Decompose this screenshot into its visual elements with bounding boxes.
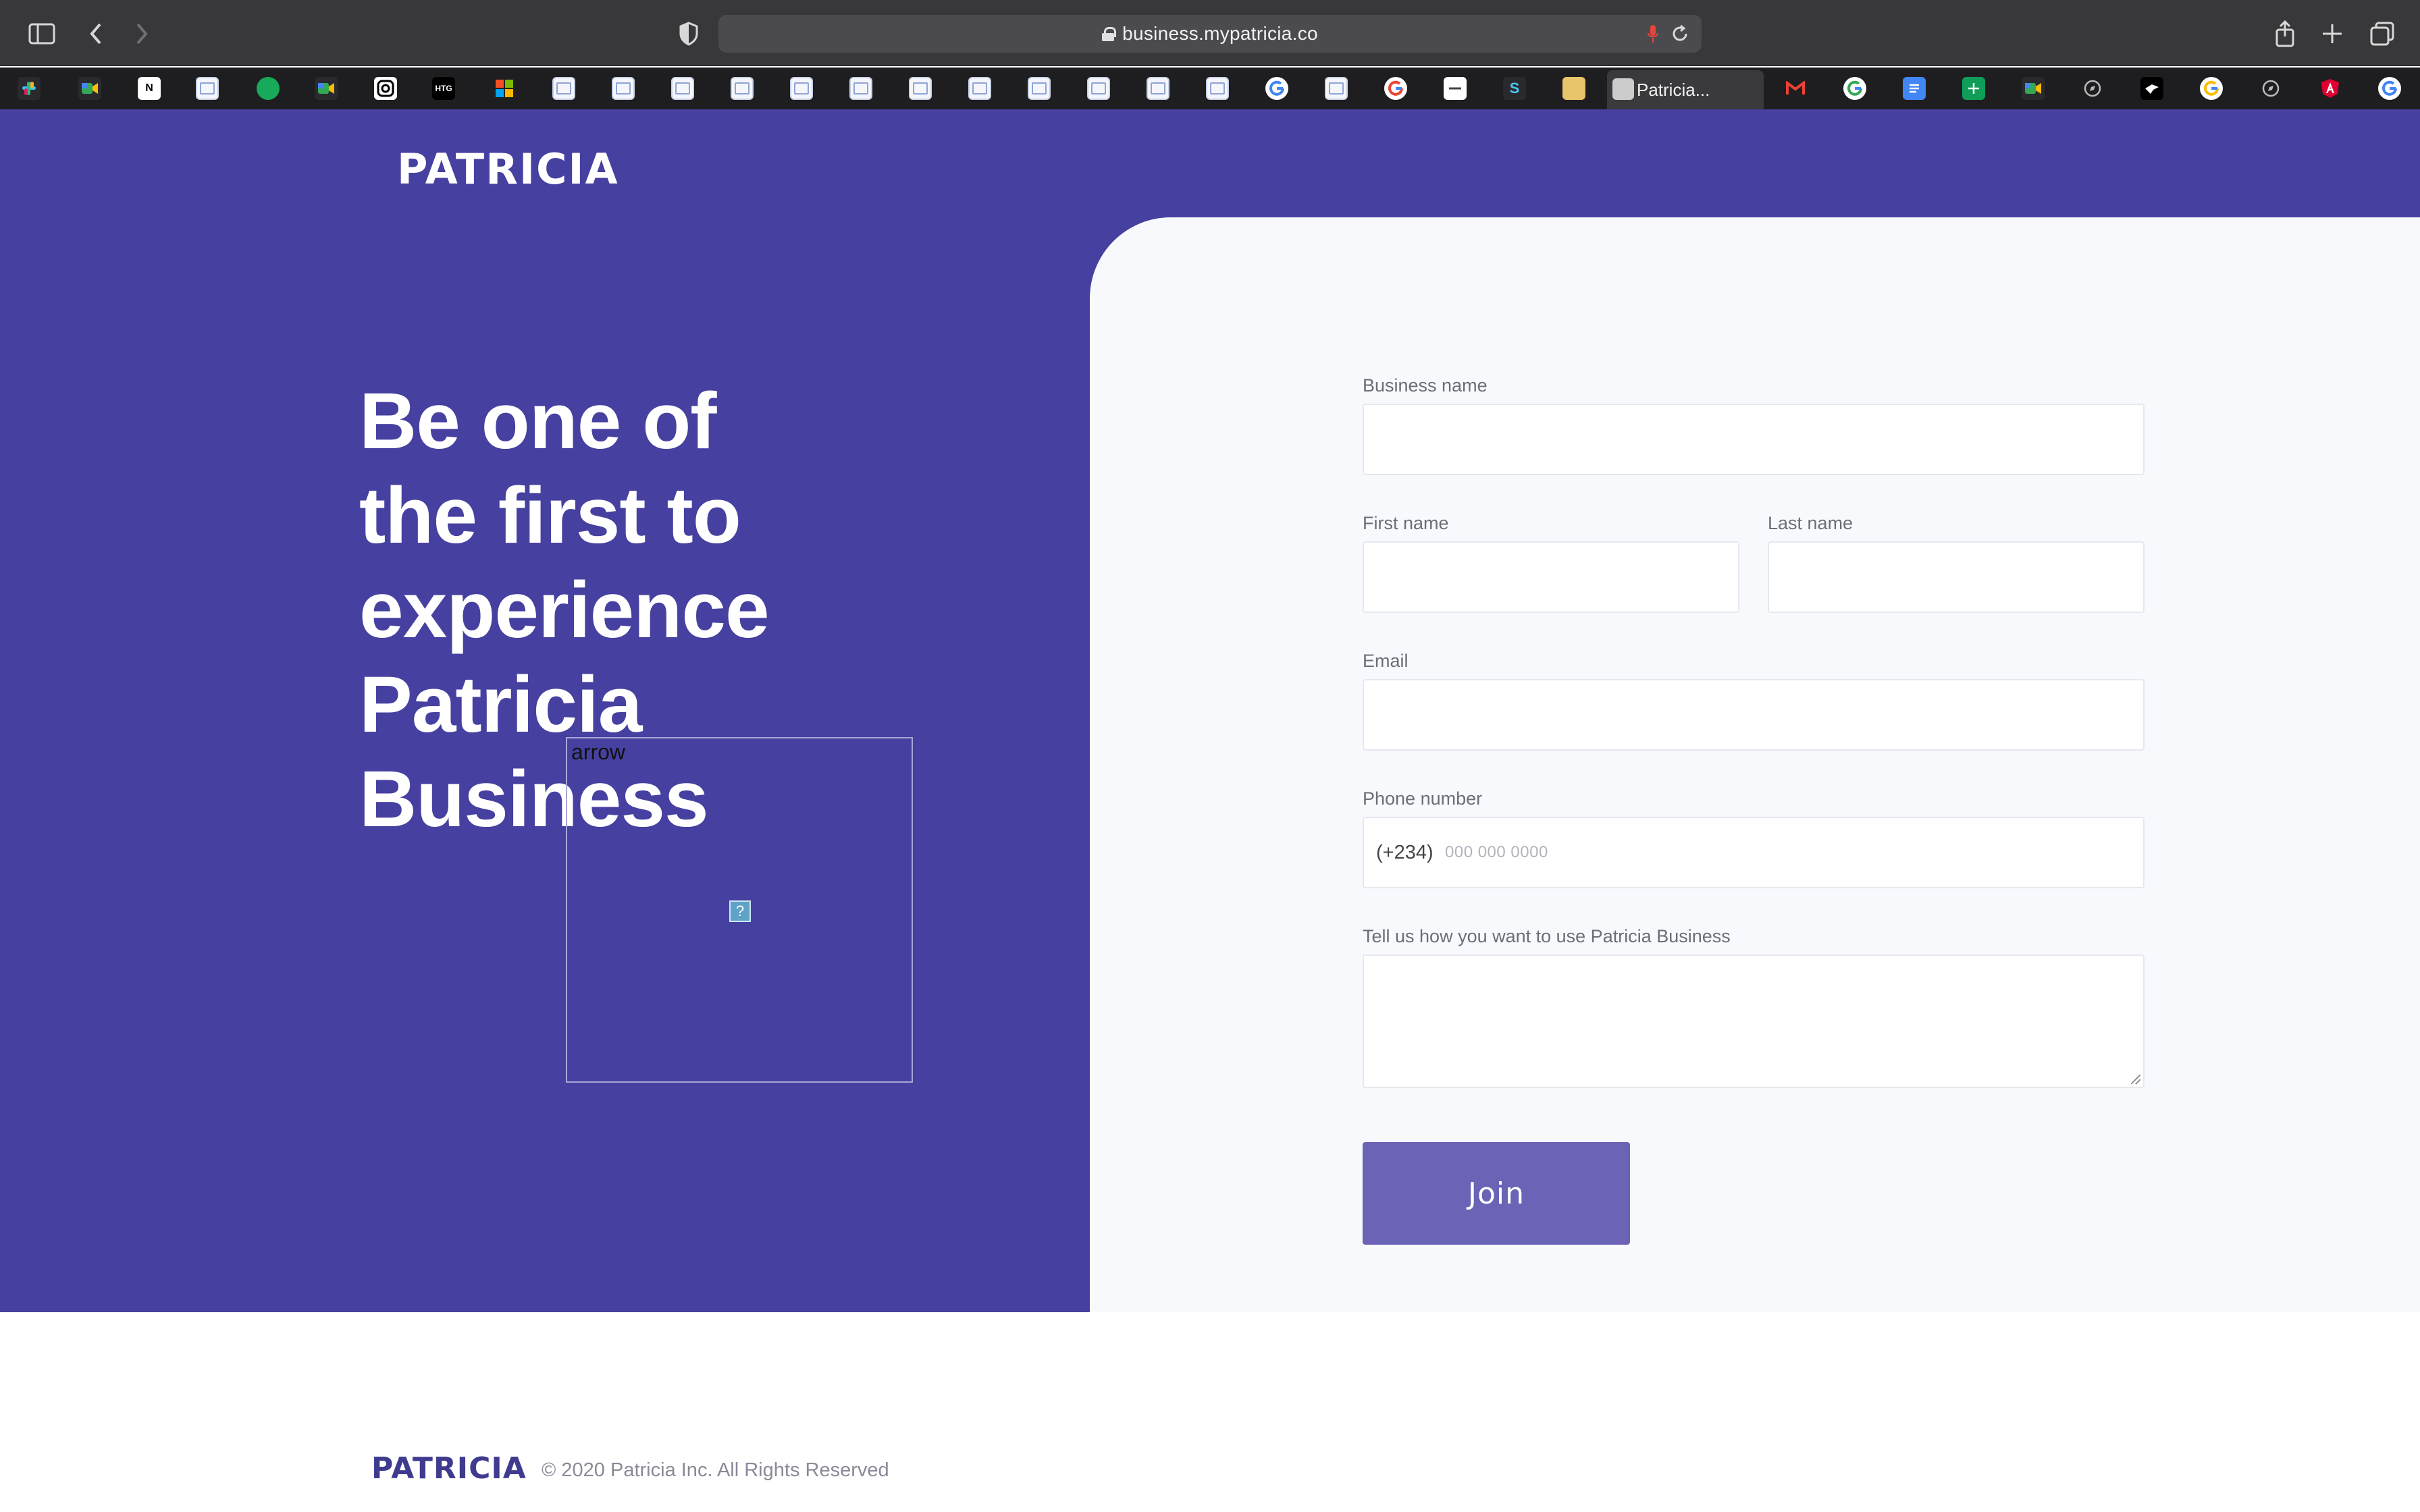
patricia-logo[interactable]: PATRICIA [397,144,619,194]
footer: PATRICIA © 2020 Patricia Inc. All Rights… [0,1312,2420,1512]
compass-icon[interactable] [2259,77,2282,100]
meet-icon[interactable] [2022,77,2045,100]
footer-logo[interactable]: PATRICIA [371,1451,527,1486]
stack-icon[interactable]: S [1503,77,1526,100]
folder-icon[interactable] [1562,77,1585,100]
join-button[interactable]: Join [1363,1142,1630,1245]
phone-input[interactable]: (+234) 000 000 0000 [1363,817,2145,888]
email-input[interactable] [1363,679,2145,751]
phone-placeholder: 000 000 0000 [1445,843,1548,861]
resize-handle-icon[interactable] [2131,1075,2140,1084]
last-name-label: Last name [1768,513,1853,533]
doc-icon[interactable] [731,77,754,100]
email-label: Email [1363,651,1409,671]
business-name-label: Business name [1363,375,1488,396]
signup-form-panel: Business name First name Last name Email… [1090,217,2420,1312]
hero-section: PATRICIA Be one of the first to experien… [0,109,2420,1312]
zoho-icon[interactable] [257,77,280,100]
google-icon[interactable] [1843,77,1866,100]
sheets-icon[interactable] [1962,77,1985,100]
doc-icon[interactable] [968,77,991,100]
url-value: business.mypatricia.co [1122,23,1318,44]
address-bar[interactable]: business.mypatricia.co [718,15,1702,53]
shield-icon[interactable] [671,16,706,51]
forward-icon[interactable] [124,16,159,51]
doc-icon[interactable] [1028,77,1051,100]
sidebar-toggle-icon[interactable] [24,16,59,51]
doc-icon[interactable] [1325,77,1348,100]
active-tab[interactable]: Patricia... [1607,70,1764,109]
headline-line: Be one of [359,377,717,466]
lock-icon [1102,27,1117,41]
address-text[interactable]: business.mypatricia.co [718,15,1702,53]
notion-icon[interactable]: N [138,77,161,100]
tab-overview-icon[interactable] [2365,16,2400,51]
doc-icon[interactable] [671,77,694,100]
docs-icon[interactable] [1903,77,1926,100]
browser-toolbar: business.mypatricia.co [0,0,2420,66]
google-icon[interactable] [1265,77,1288,100]
bird-icon[interactable] [2140,77,2163,100]
broken-image-icon: ? [729,900,751,922]
patricia-favicon-icon [1612,78,1634,100]
doc-icon[interactable] [1147,77,1169,100]
doc-icon[interactable] [1087,77,1110,100]
angular-icon[interactable] [2319,77,2342,100]
microphone-icon[interactable] [1648,24,1658,43]
phone-country-code[interactable]: (+234) [1376,818,1433,887]
copyright-text: © 2020 Patricia Inc. All Rights Reserved [542,1459,889,1481]
doc-icon[interactable] [612,77,635,100]
back-icon[interactable] [78,16,113,51]
compass-icon[interactable] [2081,77,2104,100]
broken-image: arrow ? [566,737,913,1083]
doc-icon[interactable] [909,77,932,100]
google-icon[interactable] [2200,77,2223,100]
reload-icon[interactable] [1668,22,1692,46]
doc-icon[interactable] [196,77,219,100]
share-icon[interactable] [2267,16,2303,51]
headline-line: experience [359,566,770,655]
last-name-input[interactable] [1768,541,2145,613]
broken-image-alt: arrow [571,740,626,764]
doc-icon[interactable] [790,77,813,100]
usage-label: Tell us how you want to use Patricia Bus… [1363,926,1731,946]
first-name-label: First name [1363,513,1449,533]
first-name-input[interactable] [1363,541,1739,613]
phone-label: Phone number [1363,788,1483,809]
gmail-icon[interactable] [1784,77,1807,100]
instagram-icon[interactable] [374,77,397,100]
doc-icon[interactable] [849,77,872,100]
slack-icon[interactable] [18,77,41,100]
usage-textarea[interactable] [1363,954,2145,1088]
headline-line: the first to [359,471,741,560]
business-name-input[interactable] [1363,404,2145,475]
minus-icon[interactable] [1444,77,1467,100]
google-icon[interactable] [2378,77,2401,100]
new-tab-icon[interactable] [2315,16,2350,51]
microsoft-icon[interactable] [493,77,516,100]
doc-icon[interactable] [1206,77,1229,100]
meet-icon[interactable] [78,77,101,100]
favorites-bar: N HTG S [0,68,2420,109]
active-tab-title: Patricia... [1637,79,1710,100]
google-icon[interactable] [1384,77,1407,100]
meet-icon[interactable] [315,77,338,100]
htg-icon[interactable]: HTG [432,77,455,100]
doc-icon[interactable] [552,77,575,100]
